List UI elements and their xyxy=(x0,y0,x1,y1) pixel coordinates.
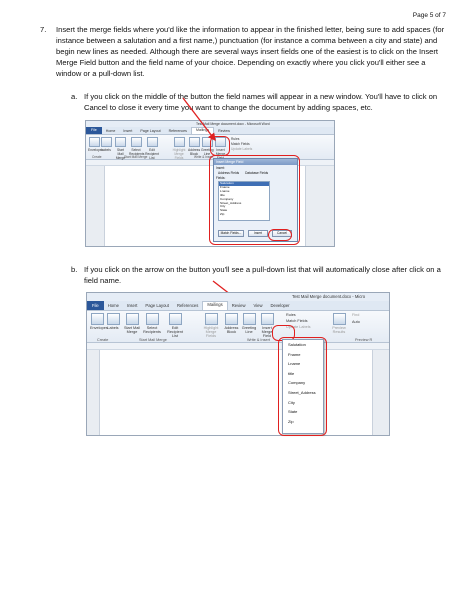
group-preview: Preview R xyxy=(355,338,373,342)
tab-review[interactable]: Review xyxy=(228,303,250,308)
greeting-line-button[interactable]: Greeting Line xyxy=(241,313,257,334)
greeting-line-label: Greeting Line xyxy=(241,326,257,334)
select-recipients-label: Select Recipients xyxy=(143,326,161,334)
auto-check-button[interactable]: Auto xyxy=(352,320,360,324)
start-mail-merge-label: Start Mail Merge xyxy=(123,326,141,334)
insert-merge-field-icon xyxy=(260,313,274,325)
tab-view[interactable]: View xyxy=(249,303,266,308)
document-area xyxy=(87,350,389,435)
tab-file[interactable]: File xyxy=(87,301,104,310)
labels-button[interactable]: Labels xyxy=(107,313,120,330)
tab-mailings[interactable]: Mailings xyxy=(202,301,228,310)
select-recipients-button[interactable]: Select Recipients xyxy=(143,313,161,334)
group-write-insert: Write & Insert xyxy=(247,338,270,342)
tab-page-layout[interactable]: Page Layout xyxy=(141,303,173,308)
tab-developer[interactable]: Developer xyxy=(266,303,293,308)
sub-b-text: If you click on the arrow on the button … xyxy=(84,265,441,285)
sub-b-letter: b. xyxy=(71,265,78,274)
rules-button[interactable]: Rules xyxy=(286,313,296,317)
ribbon: Envelopes Labels Start Mail Merge Select… xyxy=(87,311,389,343)
arrow-to-insert-button xyxy=(182,97,216,142)
tab-insert[interactable]: Insert xyxy=(123,303,141,308)
mail-merge-icon xyxy=(125,313,139,325)
labels-icon xyxy=(107,313,120,325)
start-mail-merge-button[interactable]: Start Mail Merge xyxy=(123,313,141,334)
highlight-icon xyxy=(204,313,218,325)
edit-recipient-list-button[interactable]: Edit Recipient List xyxy=(165,313,185,338)
address-block-button[interactable]: Address Block xyxy=(224,313,239,334)
highlight-dropdown xyxy=(278,337,327,436)
window-title: Test Mail Merge document.docx - Micro xyxy=(87,293,389,301)
preview-icon xyxy=(332,313,346,325)
envelopes-button[interactable]: Envelopes xyxy=(90,313,108,330)
edit-recipient-list-label: Edit Recipient List xyxy=(167,326,183,338)
ruler xyxy=(87,343,389,350)
envelope-icon xyxy=(91,313,104,325)
envelopes-label: Envelopes xyxy=(90,326,108,330)
group-start-mail-merge: Start Mail Merge xyxy=(139,338,167,342)
find-recipient-button[interactable]: Find xyxy=(352,313,359,317)
document-page[interactable] xyxy=(99,350,373,435)
highlight-merge-fields-label: Highlight Merge Fields xyxy=(203,326,219,338)
highlight-merge-fields-button[interactable]: Highlight Merge Fields xyxy=(201,313,221,338)
preview-results-button[interactable]: Preview Results xyxy=(330,313,348,334)
tab-home[interactable]: Home xyxy=(104,303,123,308)
preview-results-label: Preview Results xyxy=(332,326,346,334)
recipients-icon xyxy=(145,313,159,325)
address-block-icon xyxy=(225,313,238,325)
match-fields-button[interactable]: Match Fields xyxy=(286,319,308,323)
ribbon-tabs: File Home Insert Page Layout References … xyxy=(87,301,389,311)
edit-list-icon xyxy=(168,313,182,325)
greeting-line-icon xyxy=(242,313,256,325)
insert-merge-field-label: Insert Merge Field xyxy=(261,326,273,338)
group-create: Create xyxy=(97,338,109,342)
tab-references[interactable]: References xyxy=(173,303,202,308)
screenshot-dropdown-method: Test Mail Merge document.docx - Micro Fi… xyxy=(86,292,390,436)
address-block-label: Address Block xyxy=(224,326,239,334)
labels-label: Labels xyxy=(107,326,119,330)
